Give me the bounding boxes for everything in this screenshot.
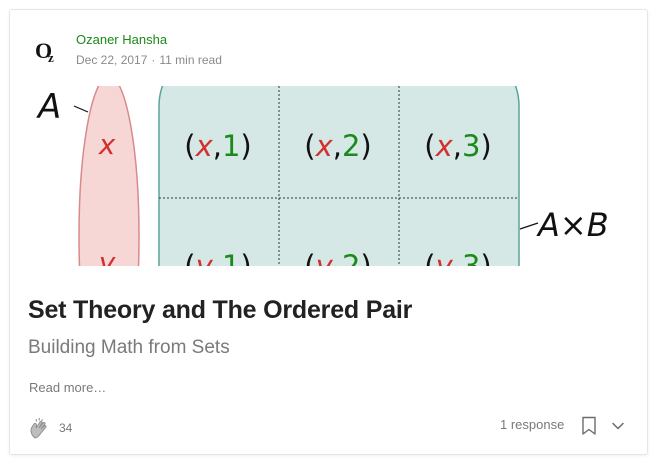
clap-count[interactable]: 34 <box>59 421 72 435</box>
article-subtitle[interactable]: Building Math from Sets <box>28 337 230 359</box>
author-name[interactable]: Ozaner Hansha <box>76 32 167 47</box>
article-card[interactable]: O z Ozaner Hansha Dec 22, 2017 · 11 min re… <box>9 9 648 455</box>
pair-cell: (x,2) <box>304 129 372 163</box>
hero-image[interactable]: A x y (x,1) (x,2) (x,3) (y,1) (y,2) (y,3… <box>32 86 629 266</box>
post-date[interactable]: Dec 22, 2017 <box>76 53 147 67</box>
pair-cell: (y,1) <box>184 249 252 266</box>
avatar-letter-z: z <box>48 50 54 65</box>
responses-link[interactable]: 1 response <box>500 417 564 432</box>
post-meta: Dec 22, 2017 · 11 min read <box>76 53 222 67</box>
pair-text: (x,2) <box>304 129 372 163</box>
pair-cell: (y,2) <box>304 249 372 266</box>
product-label: A×B <box>536 206 609 244</box>
set-a-pointer <box>73 105 89 113</box>
bookmark-icon[interactable] <box>581 416 597 436</box>
clap-spark <box>38 417 40 421</box>
chevron-down-icon[interactable] <box>610 418 626 434</box>
pair-text: (x,1) <box>184 129 252 163</box>
product-region <box>158 86 520 266</box>
set-a-element: x <box>98 128 116 161</box>
pair-cell: (x,3) <box>424 129 492 163</box>
clap-hand <box>30 421 47 439</box>
pair-cell: (y,3) <box>424 249 492 266</box>
clap-icon[interactable] <box>27 416 53 442</box>
avatar[interactable]: O z <box>32 35 64 67</box>
read-more-link[interactable]: Read more… <box>29 380 106 395</box>
product-pointer <box>519 222 539 230</box>
pair-text: (y,2) <box>304 249 372 266</box>
pair-text: (y,1) <box>184 249 252 266</box>
pair-cell: (x,1) <box>184 129 252 163</box>
pair-text: (x,3) <box>424 129 492 163</box>
set-a-element: y <box>98 246 116 266</box>
set-a-label: A <box>36 87 61 127</box>
cartesian-product-diagram: A x y (x,1) (x,2) (x,3) (y,1) (y,2) (y,3… <box>36 86 609 266</box>
set-a-ellipse <box>78 86 140 266</box>
article-title[interactable]: Set Theory and The Ordered Pair <box>28 296 618 325</box>
read-time: 11 min read <box>159 53 222 67</box>
meta-separator: · <box>151 53 156 67</box>
clap-spark <box>41 418 43 422</box>
clap-spark <box>35 418 37 422</box>
pair-text: (y,3) <box>424 249 492 266</box>
